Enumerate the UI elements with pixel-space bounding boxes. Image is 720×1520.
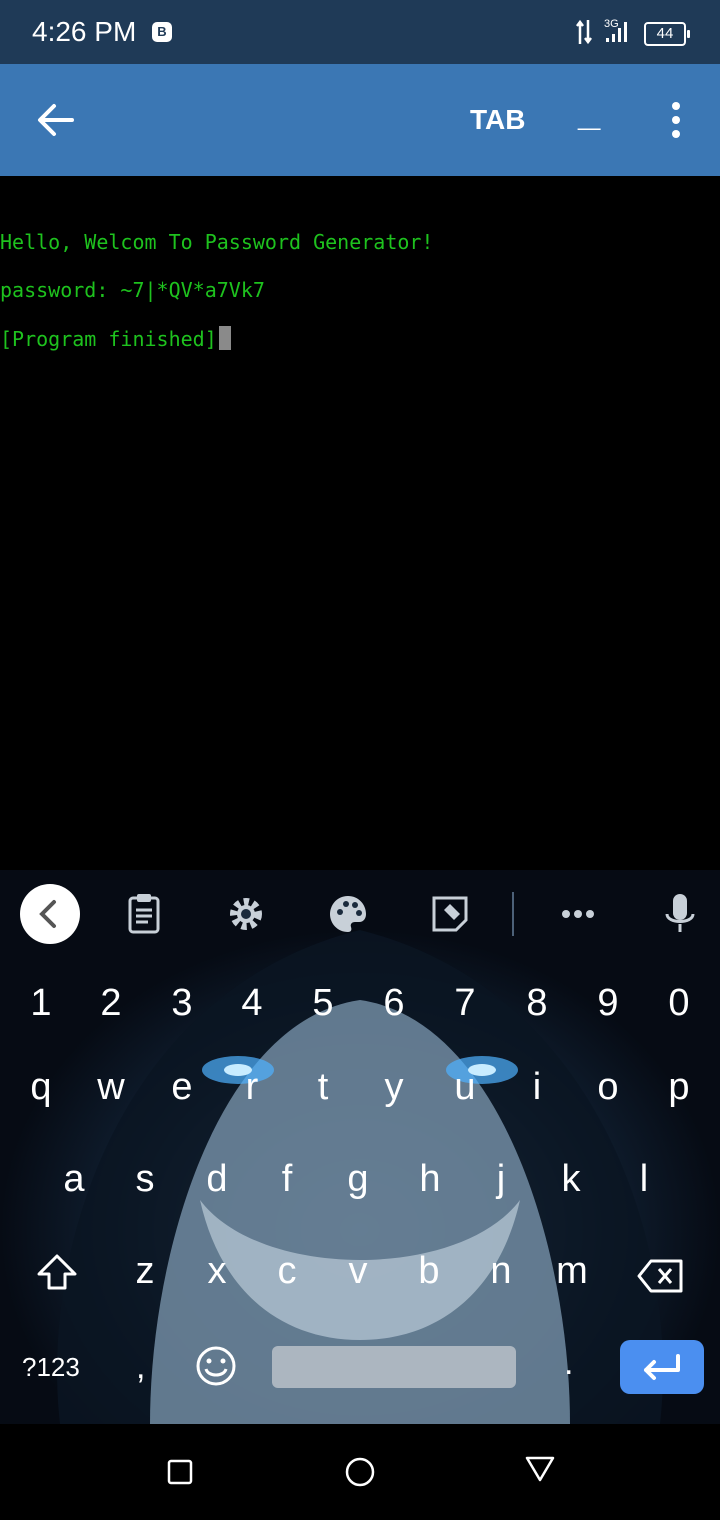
back-triangle-icon[interactable]	[524, 1454, 556, 1489]
key-w[interactable]: w	[76, 1066, 146, 1109]
system-nav-bar	[0, 1424, 720, 1520]
key-y[interactable]: y	[359, 1066, 429, 1109]
backspace-key[interactable]	[626, 1258, 696, 1304]
terminal-line: Hello, Welcom To Password Generator!	[0, 230, 434, 254]
keyboard-background-art	[57, 930, 663, 1424]
key-l[interactable]: l	[609, 1158, 679, 1201]
underscore-button[interactable]: _	[578, 90, 600, 135]
arrow-left-icon[interactable]	[34, 100, 78, 140]
key-u[interactable]: u	[430, 1066, 500, 1109]
key-e[interactable]: e	[147, 1066, 217, 1109]
key-1[interactable]: 1	[6, 982, 76, 1025]
comma-key[interactable]: ,	[136, 1348, 145, 1387]
key-x[interactable]: x	[182, 1250, 252, 1293]
key-t[interactable]: t	[288, 1066, 358, 1109]
symbols-key[interactable]: ?123	[22, 1352, 80, 1383]
shift-key[interactable]	[22, 1250, 92, 1304]
coin-icon: B	[152, 22, 172, 42]
terminal-line: password: ~7|*QV*a7Vk7	[0, 278, 265, 302]
app-bar: TAB _	[0, 64, 720, 176]
network-type: 3G	[604, 18, 619, 30]
key-p[interactable]: p	[644, 1066, 714, 1109]
tab-button[interactable]: TAB	[470, 104, 525, 136]
sticker-icon[interactable]	[420, 884, 480, 944]
toolbar-divider	[512, 892, 514, 936]
key-j[interactable]: j	[466, 1158, 536, 1201]
battery-indicator: 44	[644, 22, 690, 46]
key-4[interactable]: 4	[217, 982, 287, 1025]
key-a[interactable]: a	[39, 1158, 109, 1201]
home-circle-icon[interactable]	[344, 1456, 376, 1493]
enter-key[interactable]	[620, 1340, 704, 1394]
key-7[interactable]: 7	[430, 982, 500, 1025]
emoji-icon[interactable]	[194, 1344, 238, 1393]
key-5[interactable]: 5	[288, 982, 358, 1025]
key-r[interactable]: r	[217, 1066, 287, 1109]
clipboard-icon[interactable]	[114, 884, 174, 944]
key-o[interactable]: o	[573, 1066, 643, 1109]
gear-icon[interactable]	[216, 884, 276, 944]
key-n[interactable]: n	[466, 1250, 536, 1293]
recents-square-icon[interactable]	[166, 1458, 194, 1491]
key-2[interactable]: 2	[76, 982, 146, 1025]
key-m[interactable]: m	[537, 1250, 607, 1293]
status-time: 4:26 PM	[32, 16, 137, 47]
key-g[interactable]: g	[323, 1158, 393, 1201]
key-d[interactable]: d	[182, 1158, 252, 1201]
key-q[interactable]: q	[6, 1066, 76, 1109]
text-cursor	[218, 326, 231, 350]
key-s[interactable]: s	[110, 1158, 180, 1201]
more-horiz-icon[interactable]	[548, 884, 608, 944]
key-c[interactable]: c	[252, 1250, 322, 1293]
key-f[interactable]: f	[252, 1158, 322, 1201]
soft-keyboard: 1 2 3 4 5 6 7 8 9 0 q w e r t y u i o p …	[0, 870, 720, 1424]
key-i[interactable]: i	[502, 1066, 572, 1109]
period-key[interactable]: .	[564, 1344, 573, 1383]
key-k[interactable]: k	[536, 1158, 606, 1201]
key-0[interactable]: 0	[644, 982, 714, 1025]
terminal-output[interactable]: Hello, Welcom To Password Generator! pas…	[0, 176, 720, 870]
key-h[interactable]: h	[395, 1158, 465, 1201]
more-vert-icon[interactable]	[664, 100, 688, 140]
network-icon: 3G	[576, 16, 636, 53]
key-z[interactable]: z	[110, 1250, 180, 1293]
key-8[interactable]: 8	[502, 982, 572, 1025]
key-v[interactable]: v	[323, 1250, 393, 1293]
key-b[interactable]: b	[394, 1250, 464, 1293]
status-bar: 4:26 PM B 3G 44	[0, 0, 720, 64]
chevron-left-icon[interactable]	[20, 884, 80, 944]
space-bar[interactable]	[272, 1346, 516, 1388]
key-6[interactable]: 6	[359, 982, 429, 1025]
key-3[interactable]: 3	[147, 982, 217, 1025]
palette-icon[interactable]	[318, 884, 378, 944]
terminal-line: [Program finished]	[0, 326, 231, 351]
mic-icon[interactable]	[650, 884, 710, 944]
key-9[interactable]: 9	[573, 982, 643, 1025]
